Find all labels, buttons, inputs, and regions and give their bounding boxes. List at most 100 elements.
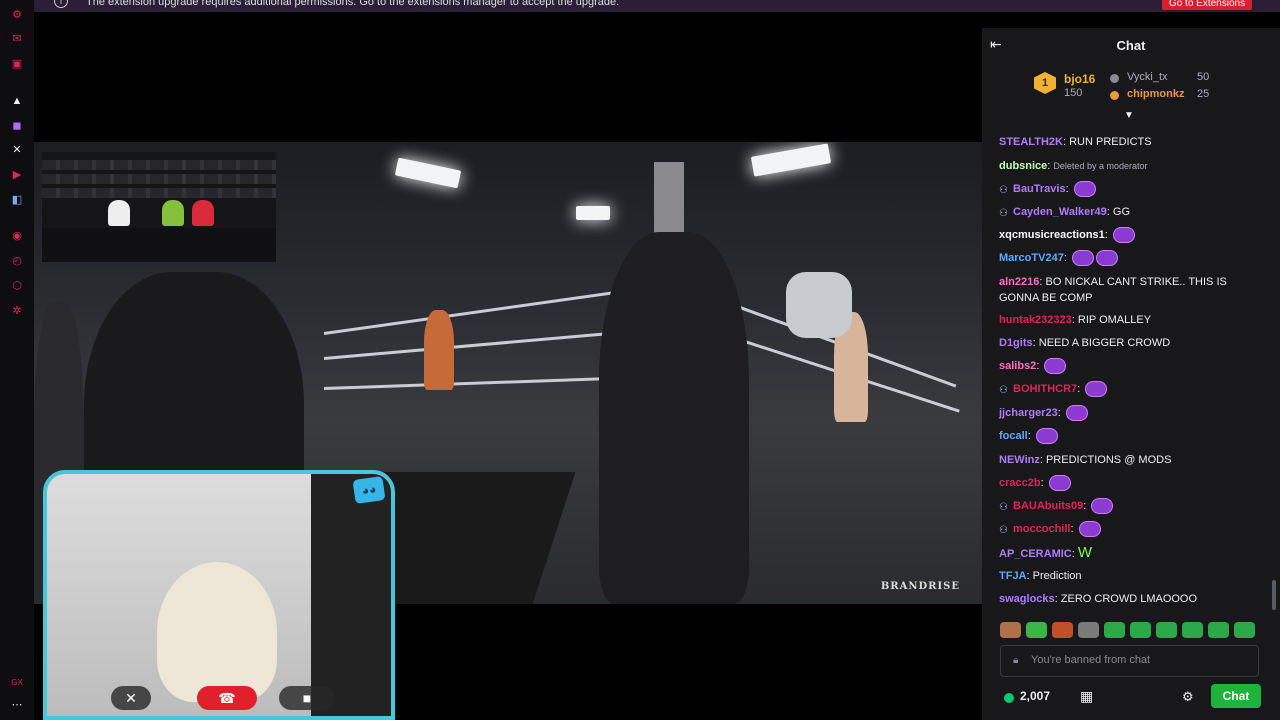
chat-username[interactable]: MarcoTV247 — [999, 252, 1064, 264]
chat-username[interactable]: AP_CERAMIC — [999, 548, 1072, 560]
x-icon[interactable]: ✕ — [10, 143, 24, 157]
vault-icon[interactable]: ▦ — [1080, 688, 1093, 705]
arena-light — [394, 157, 462, 189]
chat-message[interactable]: salibs2: — [999, 358, 1265, 375]
emote[interactable] — [1208, 622, 1229, 638]
chat-message-list[interactable]: STEALTH2K: RUN PREDICTS dubsnice: Deleted… — [982, 120, 1280, 614]
chat-emote[interactable] — [1048, 475, 1071, 492]
chat-message[interactable]: cracc2b: — [999, 475, 1265, 492]
chat-title: Chat — [1116, 38, 1146, 53]
chat-separator: : — [1063, 252, 1070, 264]
chat-message[interactable]: ⚇ BAUAbuits09: — [999, 498, 1265, 515]
chat-emote[interactable] — [1078, 521, 1101, 538]
twitch-icon[interactable]: ◼ — [10, 119, 24, 133]
youtube-icon[interactable]: ▶ — [10, 168, 24, 182]
chat-username[interactable]: BOHITHCR7 — [1013, 383, 1077, 395]
chat-message[interactable]: huntak232323: RIP OMALLEY — [999, 312, 1265, 328]
chat-message[interactable]: ⚇ BOHITHCR7: — [999, 381, 1265, 398]
chat-message[interactable]: TFJA: Prediction — [999, 568, 1265, 584]
chat-message[interactable]: swaglocks: ZERO CROWD LMAOOOO — [999, 591, 1265, 607]
chat-separator: : — [1104, 229, 1111, 241]
chat-separator: : — [1036, 360, 1043, 372]
chat-emote[interactable] — [1091, 498, 1114, 515]
messenger-icon[interactable]: ✉ — [10, 32, 24, 46]
chat-username[interactable]: moccochill — [1013, 523, 1070, 535]
chat-username[interactable]: D1gits — [999, 337, 1033, 349]
chat-username[interactable]: NEWinz — [999, 454, 1040, 466]
chat-message[interactable]: STEALTH2K: RUN PREDICTS — [999, 134, 1265, 150]
chat-username[interactable]: Cayden_Walker49 — [1013, 206, 1107, 218]
chat-message[interactable]: aln2216: BO NICKAL CANT STRIKE.. THIS IS… — [999, 274, 1265, 306]
chat-emote[interactable] — [1044, 358, 1067, 375]
chat-emote[interactable] — [1095, 250, 1118, 267]
robot-icon[interactable]: ⚙ — [10, 8, 24, 22]
hang-up-icon[interactable]: ☎ — [197, 686, 257, 710]
emote[interactable] — [1156, 622, 1177, 638]
emote[interactable] — [1078, 622, 1099, 638]
emote[interactable] — [1130, 622, 1151, 638]
chat-emote[interactable] — [1035, 428, 1058, 445]
chat-input[interactable]: 🔒︎ You're banned from chat — [1000, 645, 1259, 677]
mute-mic-icon[interactable]: ✕ — [111, 686, 151, 710]
more-icon[interactable]: ⋯ — [10, 698, 24, 712]
chat-emote[interactable] — [1085, 381, 1108, 398]
chat-message[interactable]: ⚇ moccochill: — [999, 521, 1265, 538]
emote[interactable] — [1000, 622, 1021, 638]
chat-separator: : — [1070, 523, 1077, 535]
chat-username[interactable]: jjcharger23 — [999, 407, 1058, 419]
chat-username[interactable]: huntak232323 — [999, 314, 1072, 326]
chat-message[interactable]: focall: — [999, 428, 1265, 445]
channel-points-icon[interactable] — [1004, 693, 1014, 703]
chat-message[interactable]: D1gits: NEED A BIGGER CROWD — [999, 335, 1265, 351]
chat-leaderboard[interactable]: 1 bjo16 150 Vycki_tx 50 chipmonkz 25 — [982, 66, 1280, 110]
chat-emote[interactable] — [1112, 227, 1135, 244]
chat-username[interactable]: swaglocks — [999, 593, 1055, 605]
card-icon[interactable]: ▣ — [10, 57, 24, 71]
chat-text: NEED A BIGGER CROWD — [1038, 337, 1171, 349]
emote[interactable] — [1104, 622, 1125, 638]
clock-icon[interactable]: ◴ — [10, 254, 24, 268]
radio-icon[interactable]: ◉ — [10, 229, 24, 243]
chat-message[interactable]: xqcmusicreactions1: — [999, 227, 1265, 244]
chat-message[interactable]: ⚇ Cayden_Walker49: GG — [999, 204, 1265, 220]
chat-username[interactable]: focall — [999, 430, 1028, 442]
chat-username[interactable]: TFJA — [999, 570, 1027, 582]
settings-icon[interactable]: ✲ — [10, 304, 24, 318]
chat-message[interactable]: AP_CERAMIC: W — [999, 545, 1265, 562]
kick-icon[interactable]: ▲ — [10, 94, 24, 108]
chat-username[interactable]: BAUAbuits09 — [1013, 500, 1083, 512]
emote[interactable] — [1234, 622, 1255, 638]
chat-username[interactable]: dubsnice — [999, 160, 1047, 172]
chat-text: RIP OMALLEY — [1077, 314, 1152, 326]
white-dog — [157, 562, 277, 702]
go-to-extensions-button[interactable]: Go to Extensions — [1162, 0, 1252, 10]
chat-emote[interactable] — [1071, 250, 1094, 267]
chat-username[interactable]: STEALTH2K — [999, 136, 1063, 148]
chat-message[interactable]: MarcoTV247: — [999, 250, 1265, 267]
cube-icon[interactable]: ⬡ — [10, 279, 24, 293]
emote[interactable] — [1052, 622, 1073, 638]
app-icon[interactable]: ◧ — [10, 193, 24, 207]
chat-emote[interactable] — [1073, 181, 1096, 198]
chat-send-button[interactable]: Chat — [1211, 684, 1261, 708]
chat-scrollbar[interactable] — [1272, 580, 1276, 610]
camera-icon[interactable]: ■ — [279, 686, 335, 710]
chat-separator: : — [1027, 430, 1034, 442]
chat-username[interactable]: xqcmusicreactions1 — [999, 229, 1105, 241]
channel-points-count[interactable]: 2,007 — [1020, 689, 1050, 703]
gx-icon[interactable]: GX — [10, 676, 24, 690]
emote[interactable] — [1026, 622, 1047, 638]
chat-message[interactable]: ⚇ BauTravis: — [999, 181, 1265, 198]
chat-username[interactable]: salibs2 — [999, 360, 1036, 372]
chat-username[interactable]: BauTravis — [1013, 183, 1066, 195]
chat-username[interactable]: aln2216 — [999, 276, 1039, 288]
chat-message[interactable]: dubsnice: Deleted by a moderator — [999, 158, 1265, 174]
chat-emote[interactable] — [1065, 405, 1088, 422]
chat-username[interactable]: cracc2b — [999, 477, 1041, 489]
emote[interactable] — [1182, 622, 1203, 638]
chat-settings-gear-icon[interactable]: ⚙ — [1182, 689, 1194, 705]
chat-message[interactable]: NEWinz: PREDICTIONS @ MODS — [999, 452, 1265, 468]
chat-message[interactable]: jjcharger23: — [999, 405, 1265, 422]
info-icon: i — [54, 0, 68, 8]
chat-text: ZERO CROWD LMAOOOO — [1060, 593, 1198, 605]
